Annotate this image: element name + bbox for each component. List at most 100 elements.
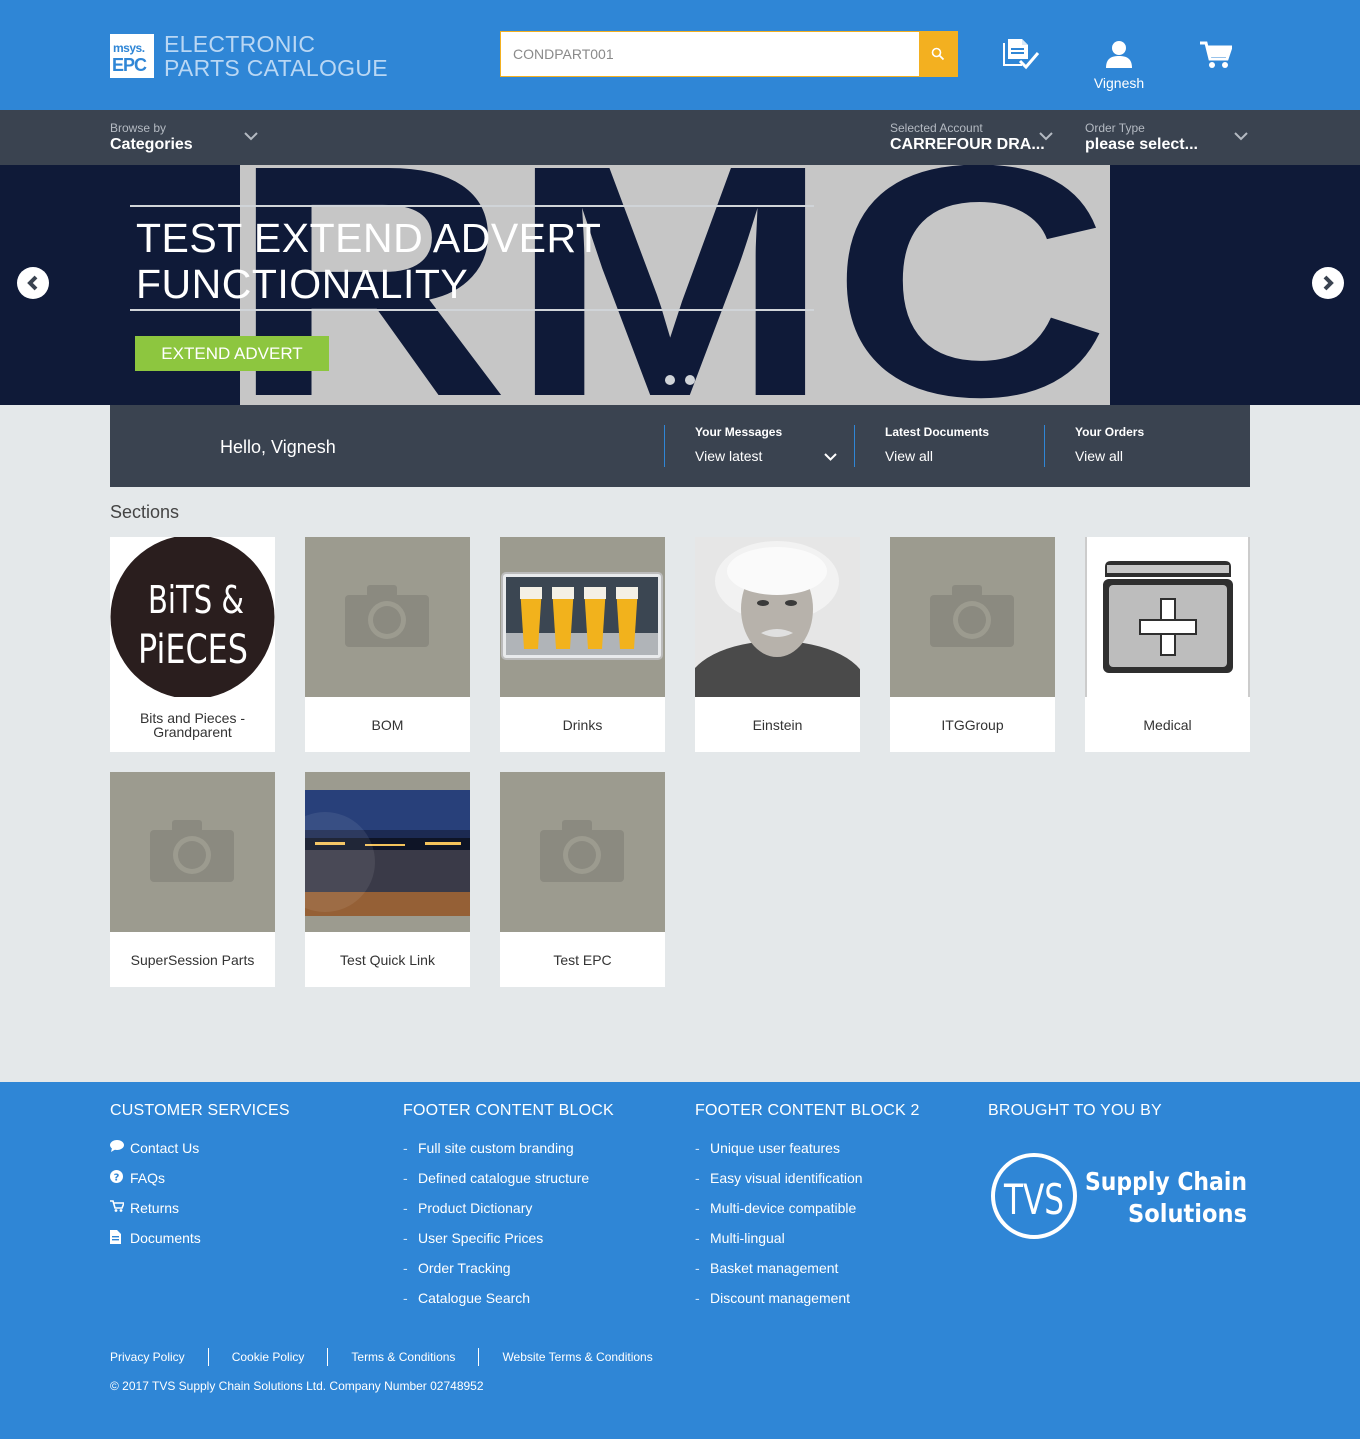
section-card-test-epc[interactable]: Test EPC: [500, 772, 665, 987]
account-big-label: CARREFOUR DRA...: [890, 136, 1045, 153]
banner-title-line1: TEST EXTEND ADVERT: [136, 215, 602, 261]
svg-text:?: ?: [114, 1173, 120, 1184]
chevron-down-icon[interactable]: [1234, 132, 1248, 141]
account-button[interactable]: Vignesh: [1090, 40, 1148, 91]
footer-legal-links: Privacy Policy Cookie Policy Terms & Con…: [110, 1348, 676, 1366]
logo-text-line2: PiECES: [138, 627, 248, 673]
documents-title: Latest Documents: [885, 425, 990, 439]
document-check-icon: [1003, 39, 1040, 70]
footer-col-content-block-2: FOOTER CONTENT BLOCK 2 - Unique user feat…: [695, 1102, 965, 1320]
orders-panel: Your Orders View all: [1044, 425, 1234, 467]
chevron-right-icon: [1323, 275, 1334, 291]
cookie-policy-link[interactable]: Cookie Policy: [207, 1348, 328, 1366]
section-image: [500, 772, 665, 932]
search-bar: [500, 31, 958, 77]
bits-pieces-logo: BiTS & PiECES: [110, 537, 275, 697]
documents-panel: Latest Documents View all: [854, 425, 1044, 467]
section-image: [1085, 537, 1250, 697]
section-card-einstein[interactable]: Einstein: [695, 537, 860, 752]
carousel-dot[interactable]: [665, 375, 675, 385]
logo-top-text: msys.: [113, 41, 145, 55]
chevron-down-icon[interactable]: [824, 453, 837, 461]
cart-button[interactable]: [1200, 41, 1234, 74]
extend-advert-button[interactable]: EXTEND ADVERT: [135, 336, 329, 371]
drinks-image: [500, 537, 665, 697]
carousel-dot[interactable]: [685, 375, 695, 385]
chevron-down-icon[interactable]: [244, 132, 258, 141]
comment-icon: [110, 1140, 124, 1152]
order-small-label: Order Type: [1085, 121, 1145, 135]
banner-divider: [130, 309, 814, 311]
tvs-logo[interactable]: TVS Supply Chain Solutions: [988, 1142, 1250, 1254]
section-image: [305, 772, 470, 932]
browse-categories-dropdown[interactable]: Browse by Categories: [110, 121, 193, 154]
terms-conditions-link[interactable]: Terms & Conditions: [327, 1348, 478, 1366]
footer-link-documents[interactable]: Documents: [110, 1230, 370, 1260]
section-label: Einstein: [752, 716, 803, 733]
search-input[interactable]: [501, 32, 919, 76]
cart-return-icon: [110, 1200, 124, 1212]
camera-icon: [930, 585, 1014, 647]
footer-list-item: - Order Tracking: [403, 1260, 511, 1276]
account-small-label: Selected Account: [890, 121, 983, 135]
camera-icon: [540, 820, 624, 882]
documents-link[interactable]: View all: [885, 448, 1044, 464]
orders-link[interactable]: View all: [1075, 448, 1234, 464]
section-card-itggroup[interactable]: ITGGroup: [890, 537, 1055, 752]
footer-link-contact[interactable]: Contact Us: [110, 1140, 370, 1170]
footer-link-label: Returns: [130, 1200, 180, 1216]
privacy-policy-link[interactable]: Privacy Policy: [110, 1348, 208, 1366]
site-logo[interactable]: msys. EPC ELECTRONIC PARTS CATALOGUE: [110, 32, 388, 80]
footer-col-title: BROUGHT TO YOU BY: [988, 1102, 1162, 1119]
greeting: Hello, Vignesh: [220, 437, 336, 457]
camera-icon: [345, 585, 429, 647]
copyright: © 2017 TVS Supply Chain Solutions Ltd. C…: [110, 1379, 484, 1393]
section-card-supersession-parts[interactable]: SuperSession Parts: [110, 772, 275, 987]
logo-line2: PARTS CATALOGUE: [164, 55, 388, 81]
chevron-down-icon[interactable]: [1039, 132, 1053, 141]
footer-list-item: - User Specific Prices: [403, 1230, 544, 1246]
section-card-medical[interactable]: Medical: [1085, 537, 1250, 752]
order-big-label: please select...: [1085, 136, 1198, 153]
section-label: SuperSession Parts: [130, 951, 255, 968]
section-card-bits-and-pieces[interactable]: BiTS & PiECES Bits and Pieces - Grandpar…: [110, 537, 275, 752]
section-card-bom[interactable]: BOM: [305, 537, 470, 752]
carousel-prev-button[interactable]: [17, 267, 49, 299]
banner-title-line2: FUNCTIONALITY: [136, 261, 469, 307]
footer-list-item: - Catalogue Search: [403, 1290, 531, 1306]
footer-link-label: Documents: [130, 1230, 201, 1246]
section-label: BOM: [371, 716, 404, 733]
footer-link-faqs[interactable]: ? FAQs: [110, 1170, 370, 1200]
footer-list-item: - Easy visual identification: [695, 1170, 863, 1186]
footer-list-item: - Basket management: [695, 1260, 839, 1276]
footer: CUSTOMER SERVICES Contact Us ? FAQs Retu…: [0, 1082, 1360, 1439]
logo-mark: msys. EPC: [110, 34, 154, 78]
question-circle-icon: ?: [110, 1170, 123, 1183]
footer-list-item: - Defined catalogue structure: [403, 1170, 590, 1186]
section-image: [305, 537, 470, 697]
footer-col-content-block: FOOTER CONTENT BLOCK - Full site custom b…: [403, 1102, 673, 1320]
footer-list-item: - Discount management: [695, 1290, 851, 1306]
logo-bottom-text: EPC: [112, 55, 147, 75]
section-image: [110, 772, 275, 932]
messages-title: Your Messages: [695, 425, 783, 439]
footer-col-customer-services: CUSTOMER SERVICES Contact Us ? FAQs Retu…: [110, 1102, 370, 1260]
section-card-drinks[interactable]: Drinks: [500, 537, 665, 752]
orders-title: Your Orders: [1075, 425, 1145, 439]
carousel-next-button[interactable]: [1312, 267, 1344, 299]
banner-divider: [130, 205, 814, 207]
search-button[interactable]: [919, 32, 957, 76]
website-terms-link[interactable]: Website Terms & Conditions: [478, 1348, 675, 1366]
quick-order-button[interactable]: [1002, 37, 1040, 76]
footer-list-item: - Full site custom branding: [403, 1140, 574, 1156]
footer-link-returns[interactable]: Returns: [110, 1200, 370, 1230]
selected-account-dropdown[interactable]: Selected Account CARREFOUR DRA...: [890, 121, 1045, 154]
section-label: Test EPC: [553, 951, 612, 968]
section-card-test-quick-link[interactable]: Test Quick Link: [305, 772, 470, 987]
order-type-dropdown[interactable]: Order Type please select...: [1085, 121, 1198, 154]
medical-kit-icon: [1085, 537, 1250, 697]
banner-title: TEST EXTEND ADVERT FUNCTIONALITY: [136, 215, 836, 307]
welcome-panel: Hello, Vignesh Your Messages View latest…: [110, 405, 1250, 487]
user-icon: [1106, 41, 1132, 68]
messages-panel[interactable]: Your Messages View latest: [664, 425, 854, 467]
